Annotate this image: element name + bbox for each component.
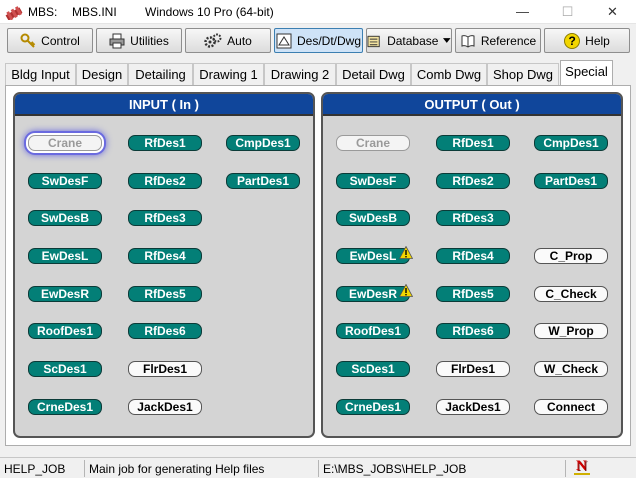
output-rfdes3-button[interactable]: RfDes3 [436, 210, 510, 226]
maximize-button[interactable]: ☐ [545, 0, 590, 24]
book-icon [461, 34, 475, 48]
input-cmpdes1-button[interactable]: CmpDes1 [226, 135, 300, 151]
output-c-prop-button[interactable]: C_Prop [534, 248, 608, 264]
auto-label: Auto [227, 33, 252, 48]
help-icon: ? [564, 32, 581, 49]
output-rfdes2-button[interactable]: RfDes2 [436, 173, 510, 189]
utilities-button[interactable]: Utilities [96, 28, 182, 53]
output-w-prop-button[interactable]: W_Prop [534, 323, 608, 339]
auto-button[interactable]: Auto [185, 28, 271, 53]
app-name: MBS: [28, 5, 58, 19]
input-rfdes3-button[interactable]: RfDes3 [128, 210, 202, 226]
database-label: Database [387, 33, 439, 48]
gears-icon [204, 33, 222, 48]
file-name: MBS.INI [72, 5, 117, 19]
output-crnedes1-button[interactable]: CrneDes1 [336, 399, 410, 415]
input-ewdesl-button[interactable]: EwDesL [28, 248, 102, 264]
tab-shop-dwg[interactable]: Shop Dwg [487, 63, 559, 85]
database-icon [367, 35, 380, 47]
output-rfdes4-button[interactable]: RfDes4 [436, 248, 510, 264]
input-swdesf-button[interactable]: SwDesF [28, 173, 102, 189]
des-dt-dwg-label: Des/Dt/Dwg [296, 33, 361, 48]
output-swdesb-button[interactable]: SwDesB [336, 210, 410, 226]
input-scdes1-button[interactable]: ScDes1 [28, 361, 102, 377]
output-rfdes1-button[interactable]: RfDes1 [436, 135, 510, 151]
output-panel-title: OUTPUT ( Out ) [323, 94, 621, 116]
utilities-label: Utilities [130, 33, 169, 48]
n-logo-icon: N [574, 458, 590, 475]
des-dt-dwg-button[interactable]: Des/Dt/Dwg [274, 28, 363, 53]
tab-bldg-input[interactable]: Bldg Input [5, 63, 76, 85]
input-roofdes1-button[interactable]: RoofDes1 [28, 323, 102, 339]
control-button[interactable]: Control [7, 28, 93, 53]
help-label: Help [585, 33, 610, 48]
input-partdes1-button[interactable]: PartDes1 [226, 173, 300, 189]
output-crane-button[interactable]: Crane [336, 135, 410, 151]
title-bar: MBS: MBS.INI Windows 10 Pro (64-bit) — ☐… [0, 0, 636, 24]
status-divider [318, 460, 319, 477]
input-crane-button[interactable]: Crane [28, 135, 102, 151]
status-path: E:\MBS_JOBS\HELP_JOB [323, 462, 467, 476]
n-logo-underline [574, 473, 590, 475]
os-info: Windows 10 Pro (64-bit) [145, 5, 274, 19]
tab-special[interactable]: Special [560, 60, 613, 86]
output-swdesf-button[interactable]: SwDesF [336, 173, 410, 189]
close-button[interactable]: ✕ [590, 0, 635, 24]
reference-button[interactable]: Reference [455, 28, 541, 53]
warning-icon [399, 284, 413, 297]
input-rfdes5-button[interactable]: RfDes5 [128, 286, 202, 302]
minimize-button[interactable]: — [500, 0, 545, 24]
database-button[interactable]: Database [366, 28, 452, 53]
input-flrdes1-button[interactable]: FlrDes1 [128, 361, 202, 377]
help-button[interactable]: ? Help [544, 28, 630, 53]
tab-drawing-1[interactable]: Drawing 1 [193, 63, 264, 85]
output-flrdes1-button[interactable]: FlrDes1 [436, 361, 510, 377]
input-crnedes1-button[interactable]: CrneDes1 [28, 399, 102, 415]
tab-comb-dwg[interactable]: Comb Dwg [411, 63, 487, 85]
tab-detailing[interactable]: Detailing [128, 63, 193, 85]
input-ewdesr-button[interactable]: EwDesR [28, 286, 102, 302]
tab-drawing-2[interactable]: Drawing 2 [264, 63, 336, 85]
output-connect-button[interactable]: Connect [534, 399, 608, 415]
key-icon [20, 33, 36, 48]
toolbar: Control Utilities Auto Des/Dt/Dwg Databa… [0, 26, 636, 56]
input-rfdes6-button[interactable]: RfDes6 [128, 323, 202, 339]
input-swdesb-button[interactable]: SwDesB [28, 210, 102, 226]
output-roofdes1-button[interactable]: RoofDes1 [336, 323, 410, 339]
status-description: Main job for generating Help files [89, 462, 265, 476]
mbs-app-icon [5, 6, 23, 20]
tab-design[interactable]: Design [76, 63, 128, 85]
printer-icon [109, 33, 125, 48]
status-job: HELP_JOB [4, 462, 66, 476]
input-rfdes4-button[interactable]: RfDes4 [128, 248, 202, 264]
input-panel-title: INPUT ( In ) [15, 94, 313, 116]
status-divider [565, 460, 566, 477]
output-jackdes1-button[interactable]: JackDes1 [436, 399, 510, 415]
status-bar: HELP_JOB Main job for generating Help fi… [0, 457, 636, 478]
output-cmpdes1-button[interactable]: CmpDes1 [534, 135, 608, 151]
tab-strip: Bldg Input Design Detailing Drawing 1 Dr… [0, 60, 636, 86]
output-rfdes5-button[interactable]: RfDes5 [436, 286, 510, 302]
output-scdes1-button[interactable]: ScDes1 [336, 361, 410, 377]
control-label: Control [41, 33, 80, 48]
drawing-icon [276, 33, 292, 48]
tab-detail-dwg[interactable]: Detail Dwg [336, 63, 411, 85]
input-rfdes2-button[interactable]: RfDes2 [128, 173, 202, 189]
input-jackdes1-button[interactable]: JackDes1 [128, 399, 202, 415]
status-divider [84, 460, 85, 477]
dropdown-arrow-icon [443, 37, 451, 43]
output-c-check-button[interactable]: C_Check [534, 286, 608, 302]
reference-label: Reference [480, 33, 537, 48]
output-w-check-button[interactable]: W_Check [534, 361, 608, 377]
input-rfdes1-button[interactable]: RfDes1 [128, 135, 202, 151]
output-partdes1-button[interactable]: PartDes1 [534, 173, 608, 189]
warning-icon [399, 246, 413, 259]
output-rfdes6-button[interactable]: RfDes6 [436, 323, 510, 339]
